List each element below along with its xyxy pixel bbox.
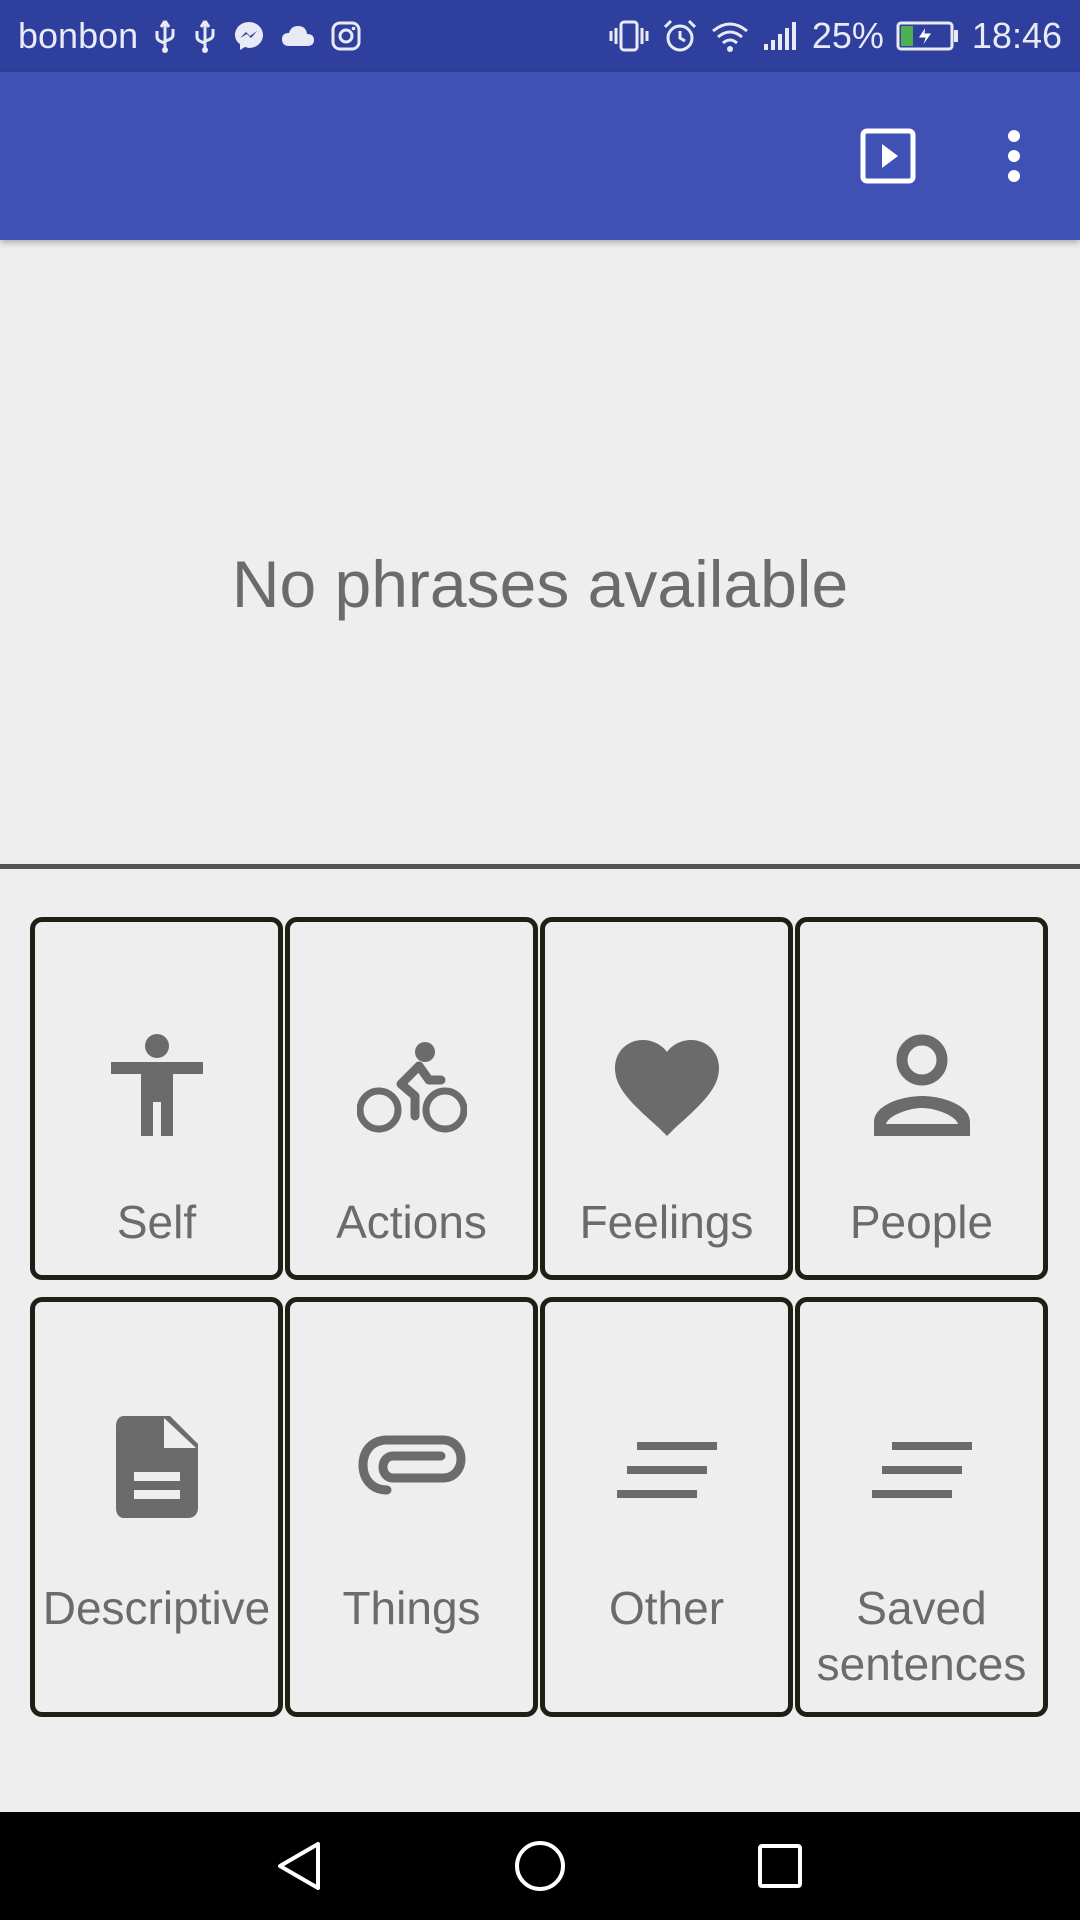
recents-icon: [758, 1844, 802, 1888]
play-button[interactable]: [856, 124, 920, 188]
divider: [0, 864, 1080, 869]
category-label: People: [849, 1196, 994, 1248]
app-bar: [0, 72, 1080, 240]
category-tile-feelings[interactable]: Feelings: [540, 917, 793, 1280]
category-label: Actions: [336, 1196, 487, 1248]
status-bar-left: bonbon: [18, 15, 362, 57]
play-icon: [860, 128, 916, 184]
category-tile-descriptive[interactable]: Descriptive: [30, 1297, 283, 1717]
more-vert-icon: [1008, 130, 1020, 182]
messenger-icon: [232, 19, 266, 53]
phrase-area: No phrases available: [0, 240, 1080, 864]
nav-back-button[interactable]: [268, 1834, 332, 1898]
category-tile-actions[interactable]: Actions: [285, 917, 538, 1280]
app-root: bonbon 25% 18:46 No phrases available Se…: [0, 0, 1080, 1920]
instagram-icon: [330, 20, 362, 52]
category-label: Self: [116, 1196, 197, 1248]
nav-recents-button[interactable]: [748, 1834, 812, 1898]
usb-icon: [152, 19, 178, 53]
category-tile-other[interactable]: Other: [540, 1297, 793, 1717]
category-label: Things: [342, 1582, 481, 1634]
category-tile-self[interactable]: Self: [30, 917, 283, 1280]
home-icon: [515, 1841, 565, 1891]
category-tile-people[interactable]: People: [795, 917, 1048, 1280]
alarm-icon: [662, 18, 698, 54]
vibrate-icon: [608, 19, 650, 53]
overflow-menu-button[interactable]: [990, 120, 1038, 192]
accessibility-icon: [35, 1032, 278, 1140]
status-bar: bonbon 25% 18:46: [0, 0, 1080, 72]
person-icon: [800, 1034, 1043, 1140]
category-label: Saved sentences: [816, 1582, 1027, 1690]
system-nav-bar: [0, 1812, 1080, 1920]
cloud-icon: [280, 22, 316, 50]
document-icon: [35, 1414, 278, 1520]
nav-home-button[interactable]: [508, 1834, 572, 1898]
category-tile-things[interactable]: Things: [285, 1297, 538, 1717]
category-label: Other: [608, 1582, 725, 1634]
category-label: Descriptive: [42, 1582, 271, 1634]
short-text-icon: [800, 1440, 1043, 1500]
battery-icon: [896, 20, 960, 52]
category-label: Feelings: [579, 1196, 754, 1248]
usb-icon: [192, 19, 218, 53]
short-text-icon: [545, 1440, 788, 1500]
back-icon: [278, 1842, 320, 1890]
clock-time: 18:46: [971, 15, 1062, 56]
bike-icon: [290, 1040, 533, 1136]
wifi-icon: [710, 19, 750, 53]
empty-phrases-message: No phrases available: [231, 547, 849, 621]
battery-percent: 25%: [811, 15, 884, 56]
heart-icon: [545, 1038, 788, 1138]
status-bar-right: 25% 18:46: [608, 15, 1062, 57]
carrier-name: bonbon: [18, 15, 139, 56]
signal-icon: [762, 20, 800, 52]
category-tile-saved-sentences[interactable]: Saved sentences: [795, 1297, 1048, 1717]
attachment-icon: [290, 1432, 533, 1498]
